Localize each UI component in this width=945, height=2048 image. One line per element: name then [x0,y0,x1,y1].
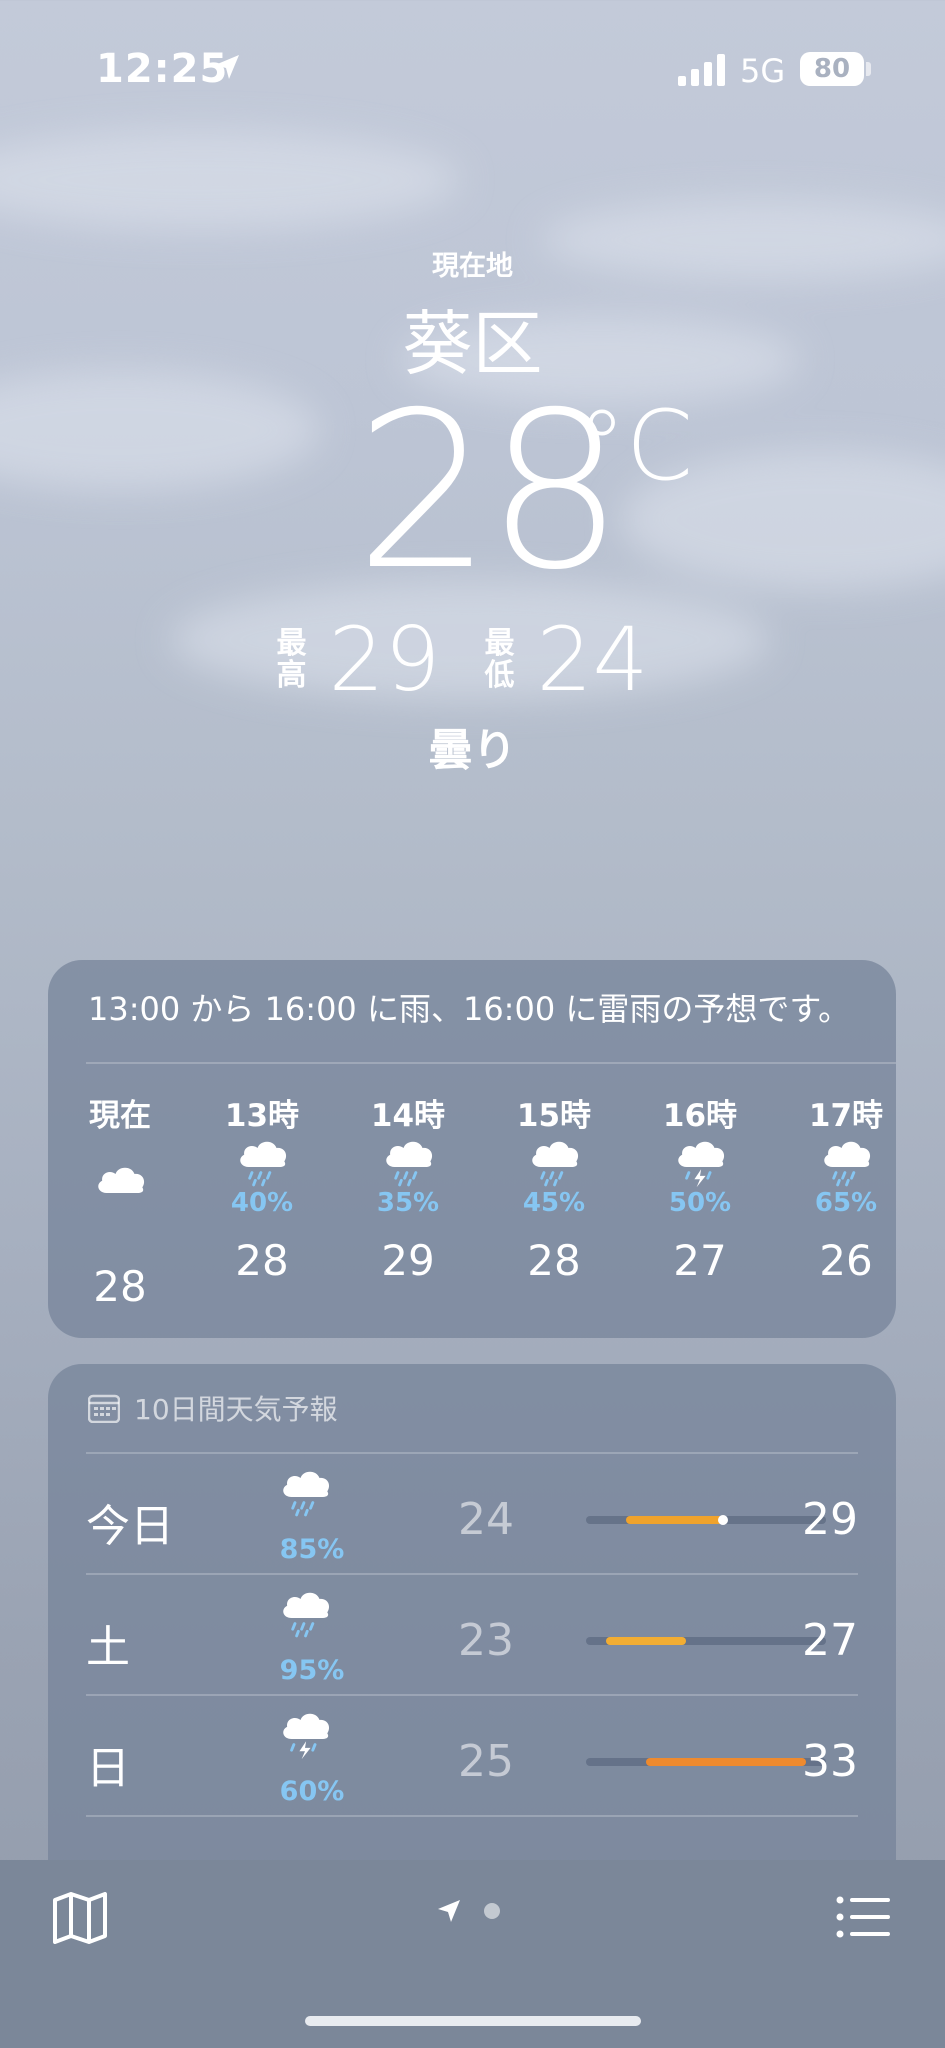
network-type: 5G [740,52,786,90]
hour-icon [640,1138,760,1188]
hour-precip: 45% [522,1188,586,1218]
cloud-rain-icon [283,1592,330,1638]
hour-icon [348,1138,468,1188]
day-icon [276,1589,346,1644]
day-row[interactable]: 土 95% 23 27 [86,1575,858,1693]
hour-temp: 26 [819,1236,873,1285]
condition-text: 曇り [428,725,517,776]
hour-precip: 40% [230,1188,294,1218]
location-arrow-icon [438,1900,460,1922]
map-icon[interactable] [52,1892,108,1944]
hour-item: 16時 50% 27 [640,1090,760,1285]
current-temp-dot [718,1515,728,1525]
day-precip: 85% [279,1534,345,1565]
day-high: 33 [802,1736,858,1787]
hourly-forecast-card[interactable]: 13:00 から 16:00 に雨、16:00 に雷雨の予想です。 現在 28 13… [48,960,896,1338]
day-low: 24 [458,1494,514,1545]
daily-header: 10日間天気予報 [88,1388,338,1428]
temp-range-fill [626,1516,726,1524]
current-temperature: 28 [355,366,624,617]
page-indicator[interactable] [436,1898,500,1924]
day-low: 25 [458,1736,514,1787]
calendar-icon [88,1394,120,1423]
hour-icon [494,1138,614,1188]
day-row[interactable]: 日 60% 25 33 [86,1696,858,1814]
hour-label: 17時 [808,1098,884,1134]
divider [86,1062,896,1064]
cloud-icon [98,1167,145,1193]
day-name: 日 [86,1743,130,1794]
hour-item: 14時 35% 29 [348,1090,468,1285]
cloud-rain-icon [240,1141,287,1187]
page-dot [484,1903,500,1919]
daily-title: 10日間天気予報 [134,1393,338,1426]
day-name: 土 [86,1622,130,1673]
location-arrow-icon [215,55,239,79]
battery-cap [866,62,871,76]
day-icon [276,1468,346,1523]
battery-icon: 80 [800,52,864,86]
day-name: 今日 [86,1501,174,1552]
divider [86,1815,858,1817]
daily-forecast-card[interactable]: 10日間天気予報 今日 85% 24 29 土 95% 23 27 日 60% 25 33 [48,1364,896,1904]
cloud-rain-icon [824,1141,871,1187]
hour-precip: 35% [376,1188,440,1218]
forecast-summary: 13:00 から 16:00 に雨、16:00 に雷雨の予想です。 [88,990,851,1028]
day-icon [276,1710,346,1765]
location-label: 現在地 [432,251,513,282]
cloud-rain-icon [386,1141,433,1187]
hour-temp: 28 [527,1236,581,1285]
hour-item: 17時 65% 26 [786,1090,896,1285]
hour-item: 13時 40% 28 [202,1090,322,1285]
status-time: 12:25 [96,46,229,92]
high-low: 最高 29 最低 24 [0,608,945,711]
hour-temp: 28 [93,1262,147,1311]
hour-precip [60,1214,180,1246]
hour-label: 現在 [89,1098,151,1134]
day-high: 27 [802,1615,858,1666]
day-low: 23 [458,1615,514,1666]
signal-icon [678,54,725,86]
hour-icon [60,1138,180,1214]
cloud-rain-icon [532,1141,579,1187]
day-precip: 60% [279,1776,345,1807]
hour-label: 14時 [370,1098,446,1134]
hour-precip: 50% [668,1188,732,1218]
temp-range-bar [586,1637,826,1645]
low-temp: 24 [536,608,649,711]
hour-precip: 65% [814,1188,878,1218]
list-icon[interactable] [836,1896,892,1938]
hour-label: 13時 [224,1098,300,1134]
status-bar: 12:25 5G 80 [0,0,945,140]
cloud-rain-icon [283,1471,330,1517]
hour-temp: 27 [673,1236,727,1285]
hour-label: 15時 [516,1098,592,1134]
temp-range-bar [586,1758,826,1766]
hour-label: 16時 [662,1098,738,1134]
hour-item: 現在 28 [60,1090,180,1311]
temp-range-fill [646,1758,806,1766]
cloud-thunder-icon [678,1141,725,1188]
hour-item: 15時 45% 28 [494,1090,614,1285]
hour-temp: 28 [235,1236,289,1285]
hour-icon [202,1138,322,1188]
day-precip: 95% [279,1655,345,1686]
temperature-unit: °C [578,390,694,502]
hour-temp: 29 [381,1236,435,1285]
high-label: 最高 [276,625,307,693]
day-row[interactable]: 今日 85% 24 29 [86,1454,858,1572]
day-high: 29 [802,1494,858,1545]
temp-range-bar [586,1515,826,1525]
high-temp: 29 [328,608,441,711]
cloud-thunder-icon [283,1713,330,1760]
hour-icon [786,1138,896,1188]
home-indicator[interactable] [305,2016,641,2026]
temp-range-fill [606,1637,686,1645]
low-label: 最低 [484,625,515,693]
